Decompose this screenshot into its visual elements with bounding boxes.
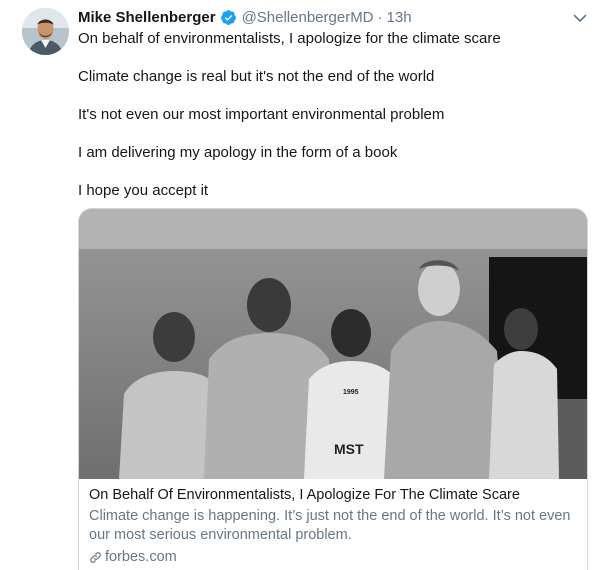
tweet[interactable]: Mike Shellenberger @ShellenbergerMD · 13… <box>0 0 607 570</box>
card-info[interactable]: On Behalf Of Environmentalists, I Apolog… <box>89 485 579 567</box>
tweet-text: On behalf of environmentalists, I apolog… <box>78 29 588 219</box>
tweet-line: It's not even our most important environ… <box>78 106 445 123</box>
shirt-letters: MST <box>334 441 364 457</box>
tweet-line: I am delivering my apology in the form o… <box>78 144 398 161</box>
card-title: On Behalf Of Environmentalists, I Apolog… <box>89 487 520 503</box>
author-name[interactable]: Mike Shellenberger <box>78 9 216 26</box>
separator-dot: · <box>377 8 383 26</box>
avatar-photo <box>22 8 69 55</box>
tweet-header: Mike Shellenberger @ShellenbergerMD · 13… <box>78 7 412 27</box>
card-image[interactable]: 1995 MST <box>79 209 587 479</box>
shirt-year: 1995 <box>343 389 359 396</box>
author-handle[interactable]: @ShellenbergerMD <box>242 9 374 26</box>
avatar[interactable] <box>22 8 69 55</box>
tweet-timestamp[interactable]: 13h <box>387 9 412 26</box>
card-description: Climate change is happening. It’s just n… <box>89 508 571 543</box>
card-domain-text: forbes.com <box>105 549 177 565</box>
link-icon <box>90 552 101 563</box>
chevron-down-icon[interactable] <box>571 9 589 27</box>
card-domain: forbes.com <box>89 548 579 567</box>
tweet-line: Climate change is real but it's not the … <box>78 68 435 85</box>
verified-badge-icon <box>220 9 236 25</box>
tweet-line: On behalf of environmentalists, I apolog… <box>78 30 501 47</box>
tweet-line: I hope you accept it <box>78 182 209 199</box>
link-card[interactable]: 1995 MST On Behalf Of Environmentalists,… <box>78 208 588 570</box>
